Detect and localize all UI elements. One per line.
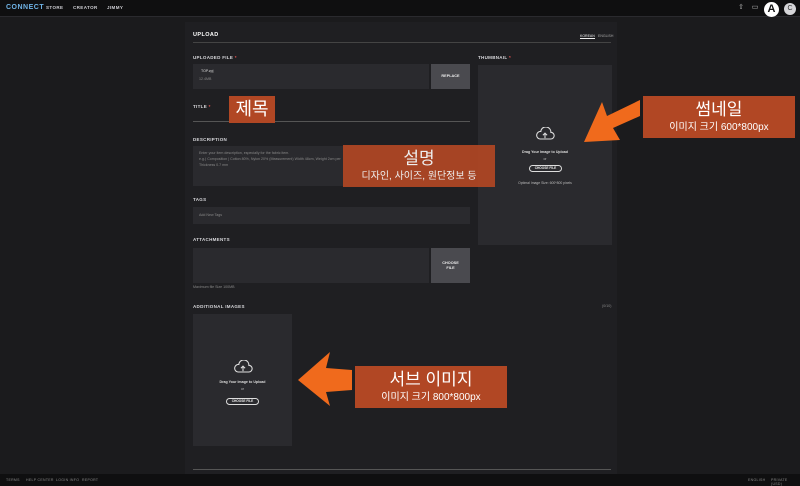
sub-image-annotation-sub: 이미지 크기 800*800px bbox=[381, 392, 481, 403]
description-placeholder-3: Thickness 0.7 mm bbox=[199, 163, 229, 167]
uploaded-file-label: UPLOADED FILE * bbox=[193, 55, 237, 60]
description-annotation-sub: 디자인, 사이즈, 원단정보 등 bbox=[361, 171, 477, 182]
tags-input[interactable]: Add New Tags bbox=[193, 207, 470, 224]
thumbnail-annotation: 썸네일 이미지 크기 600*800px bbox=[643, 96, 795, 138]
avatar[interactable]: A bbox=[764, 2, 779, 17]
additional-image-dropzone[interactable]: Drag Your Image to Upload or CHOOSE FILE bbox=[193, 314, 292, 446]
or-text: or bbox=[240, 387, 244, 391]
cloud-upload-icon bbox=[536, 127, 555, 140]
max-file-size: Maximum file Size 100MB bbox=[193, 285, 235, 289]
choose-file-button[interactable]: CHOOSE FILE bbox=[431, 248, 470, 283]
nav-user[interactable]: JIMMY bbox=[107, 5, 123, 10]
arrow-left-icon bbox=[298, 352, 352, 406]
description-annotation-title: 설명 bbox=[403, 149, 435, 168]
tab-english[interactable]: ENGLISH bbox=[598, 34, 613, 38]
nav-store[interactable]: STORE bbox=[46, 5, 63, 10]
footer-login-info[interactable]: LOGIN INFO bbox=[56, 478, 79, 482]
thumbnail-label: THUMBNAIL * bbox=[478, 55, 511, 60]
footer-help[interactable]: HELP CENTER bbox=[26, 478, 54, 482]
title-divider bbox=[193, 42, 611, 43]
thumbnail-annotation-sub: 이미지 크기 600*800px bbox=[669, 122, 769, 133]
sub-image-annotation: 서브 이미지 이미지 크기 800*800px bbox=[355, 366, 507, 408]
attachments-label: ATTACHMENTS bbox=[193, 237, 230, 242]
thumbnail-annotation-title: 썸네일 bbox=[695, 100, 743, 119]
logo[interactable]: CONNECT bbox=[6, 4, 44, 11]
footer: TERMS HELP CENTER LOGIN INFO REPORT ENGL… bbox=[0, 474, 800, 486]
file-size: 12.4MB bbox=[199, 77, 212, 81]
or-text: or bbox=[543, 157, 547, 161]
thumbnail-dropzone[interactable]: Drag Your Image to Upload or CHOOSE FILE… bbox=[478, 65, 612, 245]
title-label: TITLE * bbox=[193, 104, 211, 109]
thumbnail-size-hint: Optimal Image Size: 600*800 pixels bbox=[518, 181, 572, 185]
description-annotation: 설명 디자인, 사이즈, 원단정보 등 bbox=[343, 145, 495, 187]
file-name: TOP.zpj bbox=[201, 69, 214, 73]
arrow-left-icon bbox=[584, 100, 640, 142]
top-bar: CONNECT STORE CREATOR JIMMY ⇧ ▭ A C bbox=[0, 0, 800, 17]
cart-icon[interactable]: ▭ bbox=[750, 3, 760, 13]
footer-currency[interactable]: PRIVATE (USD) bbox=[771, 478, 800, 486]
nav-creator[interactable]: CREATOR bbox=[73, 5, 98, 10]
page-title: UPLOAD bbox=[193, 32, 219, 38]
additional-images-label: ADDITIONAL IMAGES bbox=[193, 304, 245, 309]
tags-label: TAGS bbox=[193, 197, 207, 202]
footer-divider bbox=[193, 469, 611, 470]
sub-image-annotation-title: 서브 이미지 bbox=[389, 370, 473, 389]
title-annotation: 제목 bbox=[229, 96, 275, 123]
description-label: DESCRIPTION bbox=[193, 137, 228, 142]
uploaded-file-box: TOP.zpj 12.4MB bbox=[193, 64, 429, 89]
tab-korean[interactable]: KOREAN bbox=[580, 34, 595, 39]
choose-file-pill[interactable]: CHOOSE FILE bbox=[529, 165, 562, 172]
account-icon[interactable]: C bbox=[784, 3, 796, 15]
tags-placeholder: Add New Tags bbox=[199, 213, 223, 217]
cloud-upload-icon bbox=[234, 360, 253, 373]
footer-terms[interactable]: TERMS bbox=[6, 478, 20, 482]
upload-icon[interactable]: ⇧ bbox=[736, 3, 746, 13]
drag-text: Drag Your Image to Upload bbox=[522, 150, 568, 154]
replace-button[interactable]: REPLACE bbox=[431, 64, 470, 89]
drag-text: Drag Your Image to Upload bbox=[219, 380, 266, 384]
choose-file-pill[interactable]: CHOOSE FILE bbox=[226, 398, 259, 405]
footer-report[interactable]: REPORT bbox=[82, 478, 98, 482]
footer-language[interactable]: ENGLISH bbox=[748, 478, 765, 482]
attachments-box bbox=[193, 248, 429, 283]
additional-count: (0/10) bbox=[602, 304, 612, 308]
